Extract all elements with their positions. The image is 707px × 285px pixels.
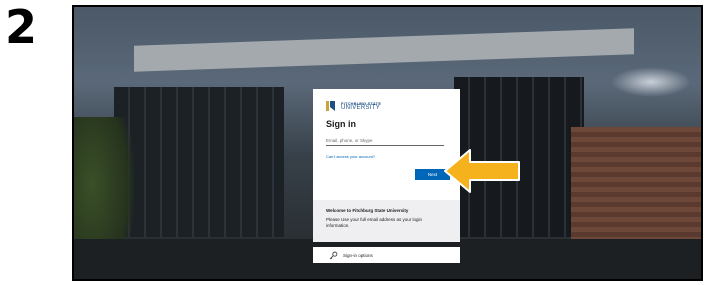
signin-title: Sign in: [326, 119, 356, 129]
logo-mark-icon: [326, 100, 338, 112]
arrow-left-icon: [444, 149, 520, 193]
signin-card: FITCHBURG STATE UNIVERSITY Sign in Can't…: [313, 89, 460, 200]
logo-bottom-text: UNIVERSITY: [341, 105, 381, 111]
background-cloud: [611, 67, 691, 97]
screenshot-frame: FITCHBURG STATE UNIVERSITY Sign in Can't…: [72, 5, 703, 281]
signin-options-button[interactable]: Sign-in options: [313, 247, 460, 263]
step-number: 2: [5, 0, 38, 54]
background-roof: [134, 28, 634, 72]
cant-access-link[interactable]: Can't access your account?: [326, 154, 451, 159]
key-icon: [329, 251, 338, 259]
welcome-body: Please Use your full email address as yo…: [326, 217, 423, 228]
welcome-title: Welcome to Fitchburg State University: [326, 208, 409, 213]
background-glass-facade: [114, 87, 284, 237]
email-field[interactable]: [326, 137, 444, 146]
signin-options-label: Sign-in options: [343, 252, 373, 258]
university-logo: FITCHBURG STATE UNIVERSITY: [326, 100, 451, 112]
welcome-panel: Welcome to Fitchburg State University Pl…: [313, 200, 460, 242]
